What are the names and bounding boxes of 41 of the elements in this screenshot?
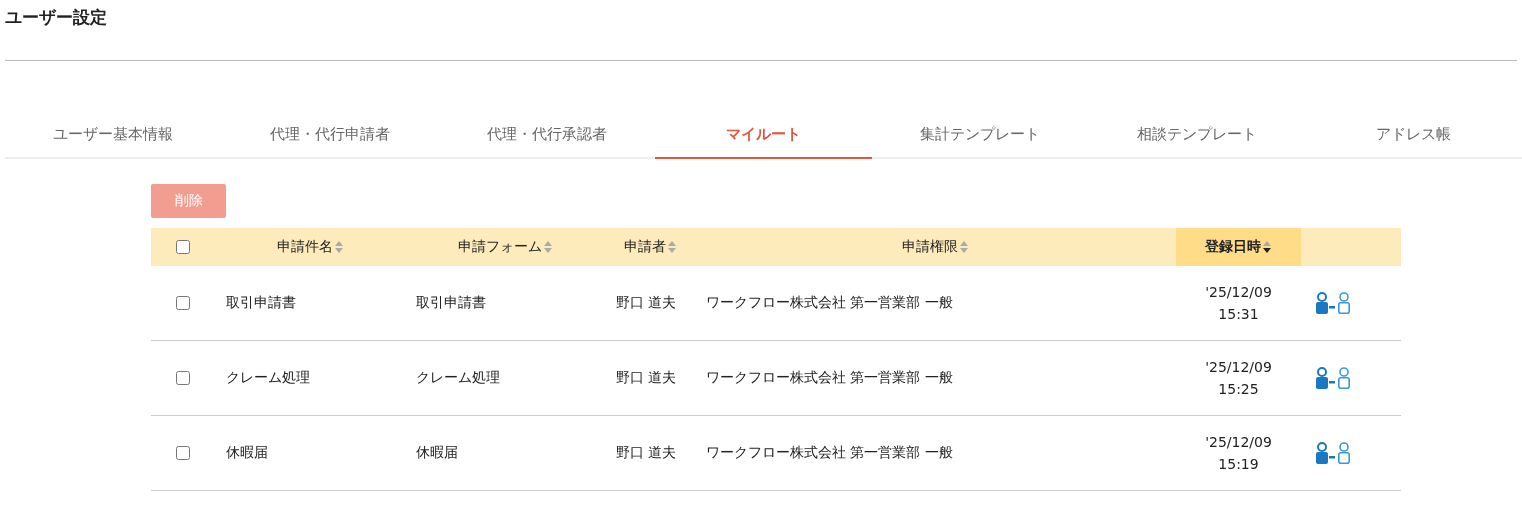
table-cell-text: ワークフロー株式会社 第一営業部 一般 bbox=[705, 444, 954, 462]
column-label: 登録日時 bbox=[1205, 238, 1261, 256]
tab[interactable]: マイルート bbox=[655, 111, 872, 159]
column-header[interactable]: 申請フォーム bbox=[405, 228, 605, 266]
column-label: 申請フォーム bbox=[457, 238, 542, 256]
row-checkbox[interactable] bbox=[176, 446, 190, 460]
table-cell-text: 休暇届 bbox=[225, 444, 269, 462]
tab[interactable]: 相談テンプレート bbox=[1088, 111, 1306, 159]
table-cell-text: 取引申請書 bbox=[415, 294, 487, 312]
column-header[interactable]: 登録日時 bbox=[1176, 228, 1301, 266]
table-cell-text: 野口 道夫 bbox=[615, 444, 678, 462]
date-text: '25/12/09 bbox=[1204, 358, 1273, 377]
tab[interactable]: アドレス帳 bbox=[1305, 111, 1522, 159]
time-text: 15:31 bbox=[1217, 305, 1260, 324]
column-header[interactable]: 申請権限 bbox=[695, 228, 1176, 266]
table-cell-text: クレーム処理 bbox=[225, 369, 311, 387]
sort-icon[interactable] bbox=[1262, 239, 1272, 255]
date-text: '25/12/09 bbox=[1204, 283, 1273, 302]
date-text: '25/12/09 bbox=[1204, 433, 1273, 452]
column-label: 申請者 bbox=[623, 238, 666, 256]
select-all-checkbox[interactable] bbox=[176, 240, 190, 254]
table-cell-text: ワークフロー株式会社 第一営業部 一般 bbox=[705, 369, 954, 387]
time-text: 15:25 bbox=[1217, 380, 1260, 399]
tab[interactable]: 代理・代行申請者 bbox=[221, 111, 439, 159]
column-label: 申請権限 bbox=[902, 238, 958, 256]
time-text: 15:19 bbox=[1217, 455, 1260, 474]
page-title: ユーザー設定 bbox=[4, 6, 108, 29]
table-cell-text: 野口 道夫 bbox=[615, 369, 678, 387]
tab[interactable]: 代理・代行承認者 bbox=[438, 111, 656, 159]
column-label: 申請件名 bbox=[276, 238, 333, 256]
table-cell-text: クレーム処理 bbox=[415, 369, 501, 387]
column-header[interactable]: 申請件名 bbox=[215, 228, 405, 266]
table-cell-text: ワークフロー株式会社 第一営業部 一般 bbox=[705, 294, 954, 312]
row-checkbox[interactable] bbox=[176, 371, 190, 385]
column-header[interactable]: 申請者 bbox=[605, 228, 695, 266]
table-cell-text: 野口 道夫 bbox=[615, 294, 678, 312]
tab[interactable]: 集計テンプレート bbox=[871, 111, 1089, 159]
table-cell-text: 取引申請書 bbox=[225, 294, 297, 312]
table-cell-text: 休暇届 bbox=[415, 444, 459, 462]
row-checkbox[interactable] bbox=[176, 296, 190, 310]
tab[interactable]: ユーザー基本情報 bbox=[5, 111, 222, 159]
